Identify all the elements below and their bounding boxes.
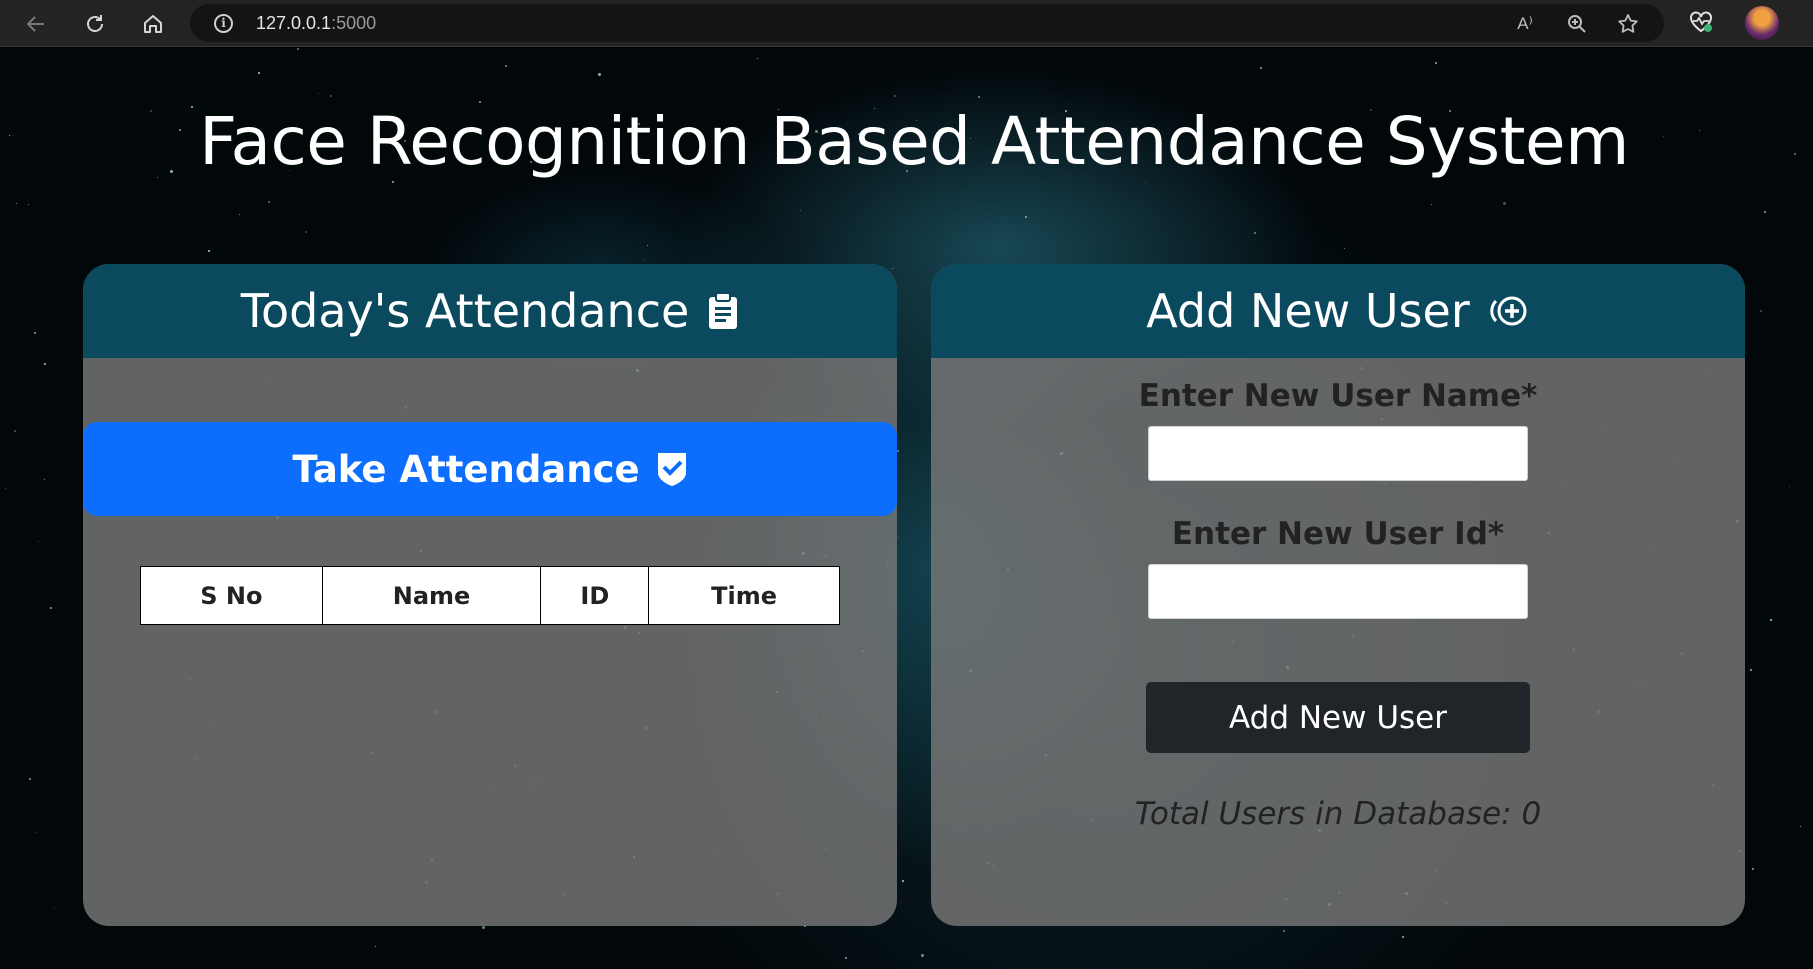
star bbox=[239, 214, 240, 215]
star bbox=[5, 488, 6, 489]
star bbox=[1283, 930, 1285, 932]
take-attendance-button[interactable]: Take Attendance bbox=[83, 422, 897, 516]
star bbox=[1764, 211, 1766, 213]
star bbox=[894, 95, 896, 97]
back-icon[interactable] bbox=[20, 8, 52, 40]
attendance-table-header-row: S No Name ID Time bbox=[140, 566, 840, 625]
star bbox=[297, 48, 299, 50]
star bbox=[38, 541, 39, 542]
star bbox=[44, 363, 46, 365]
star bbox=[978, 96, 980, 98]
column-header-id: ID bbox=[540, 566, 650, 625]
star bbox=[643, 259, 644, 260]
star bbox=[28, 204, 29, 205]
attendance-table: S No Name ID Time bbox=[140, 566, 840, 625]
star bbox=[330, 95, 332, 97]
url-text[interactable]: 127.0.0.1:5000 bbox=[256, 13, 376, 34]
star bbox=[1770, 619, 1772, 621]
star bbox=[800, 210, 801, 211]
browser-toolbar: i 127.0.0.1:5000 A⁾ bbox=[0, 0, 1813, 47]
page-background: Face Recognition Based Attendance System… bbox=[0, 48, 1813, 969]
address-bar[interactable]: i 127.0.0.1:5000 A⁾ bbox=[190, 4, 1664, 42]
star bbox=[268, 201, 270, 203]
star bbox=[757, 58, 758, 59]
star bbox=[1260, 67, 1262, 69]
star bbox=[29, 778, 31, 780]
url-port: :5000 bbox=[331, 13, 377, 33]
star bbox=[1344, 248, 1345, 249]
star bbox=[505, 65, 507, 67]
star bbox=[50, 607, 52, 609]
home-icon[interactable] bbox=[137, 8, 169, 40]
add-user-card-header: Add New User bbox=[931, 264, 1745, 358]
star bbox=[1800, 826, 1801, 827]
column-header-sno: S No bbox=[140, 566, 323, 625]
user-name-input[interactable] bbox=[1148, 426, 1528, 481]
star bbox=[482, 926, 485, 929]
star bbox=[892, 268, 893, 269]
star bbox=[1402, 936, 1404, 938]
user-name-label: Enter New User Name* bbox=[1138, 378, 1538, 414]
read-aloud-icon[interactable]: A⁾ bbox=[1512, 11, 1538, 37]
shield-check-icon bbox=[656, 451, 688, 487]
info-icon[interactable]: i bbox=[214, 14, 233, 33]
url-host: 127.0.0.1 bbox=[256, 13, 332, 33]
star bbox=[1431, 204, 1432, 205]
star bbox=[845, 957, 847, 959]
star bbox=[1145, 182, 1146, 183]
column-header-name: Name bbox=[321, 566, 542, 625]
star bbox=[318, 93, 319, 94]
star bbox=[375, 946, 376, 947]
star bbox=[34, 332, 36, 334]
star bbox=[647, 245, 648, 246]
user-id-input[interactable] bbox=[1148, 564, 1528, 619]
star bbox=[897, 450, 899, 452]
zoom-icon[interactable] bbox=[1564, 11, 1590, 37]
column-header-time: Time bbox=[648, 566, 840, 625]
attendance-card: Today's Attendance Take Attendance S No … bbox=[83, 264, 897, 926]
total-users-text: Total Users in Database: 0 bbox=[1134, 796, 1542, 832]
extension-icon[interactable] bbox=[1686, 7, 1716, 37]
star bbox=[1760, 310, 1762, 312]
star bbox=[392, 181, 394, 183]
add-user-card-title: Add New User bbox=[1146, 284, 1470, 338]
star bbox=[1435, 62, 1437, 64]
star bbox=[1254, 232, 1256, 234]
star bbox=[305, 231, 307, 233]
star bbox=[1025, 216, 1027, 218]
star bbox=[1789, 486, 1790, 487]
star bbox=[598, 73, 601, 76]
star bbox=[44, 479, 45, 480]
star bbox=[54, 907, 55, 908]
star bbox=[902, 880, 904, 882]
favorite-icon[interactable] bbox=[1615, 11, 1641, 37]
star bbox=[258, 72, 260, 74]
star bbox=[1503, 202, 1506, 205]
attendance-card-title: Today's Attendance bbox=[240, 284, 690, 338]
star bbox=[208, 250, 210, 252]
take-attendance-label: Take Attendance bbox=[292, 447, 640, 491]
star bbox=[16, 203, 17, 204]
star bbox=[898, 536, 899, 537]
star bbox=[1750, 669, 1752, 671]
profile-avatar[interactable] bbox=[1745, 6, 1779, 40]
add-user-card: Add New User Enter New User Name* Enter … bbox=[931, 264, 1745, 926]
star bbox=[35, 832, 36, 833]
star bbox=[14, 430, 16, 432]
page-title: Face Recognition Based Attendance System bbox=[199, 103, 1629, 180]
user-id-label: Enter New User Id* bbox=[1171, 516, 1505, 552]
add-new-user-button[interactable]: Add New User bbox=[1146, 682, 1530, 753]
add-user-circle-icon bbox=[1488, 293, 1530, 329]
attendance-card-header: Today's Attendance bbox=[83, 264, 897, 358]
clipboard-icon bbox=[707, 292, 739, 330]
reload-icon[interactable] bbox=[79, 8, 111, 40]
star bbox=[921, 954, 924, 957]
star bbox=[1752, 868, 1754, 870]
